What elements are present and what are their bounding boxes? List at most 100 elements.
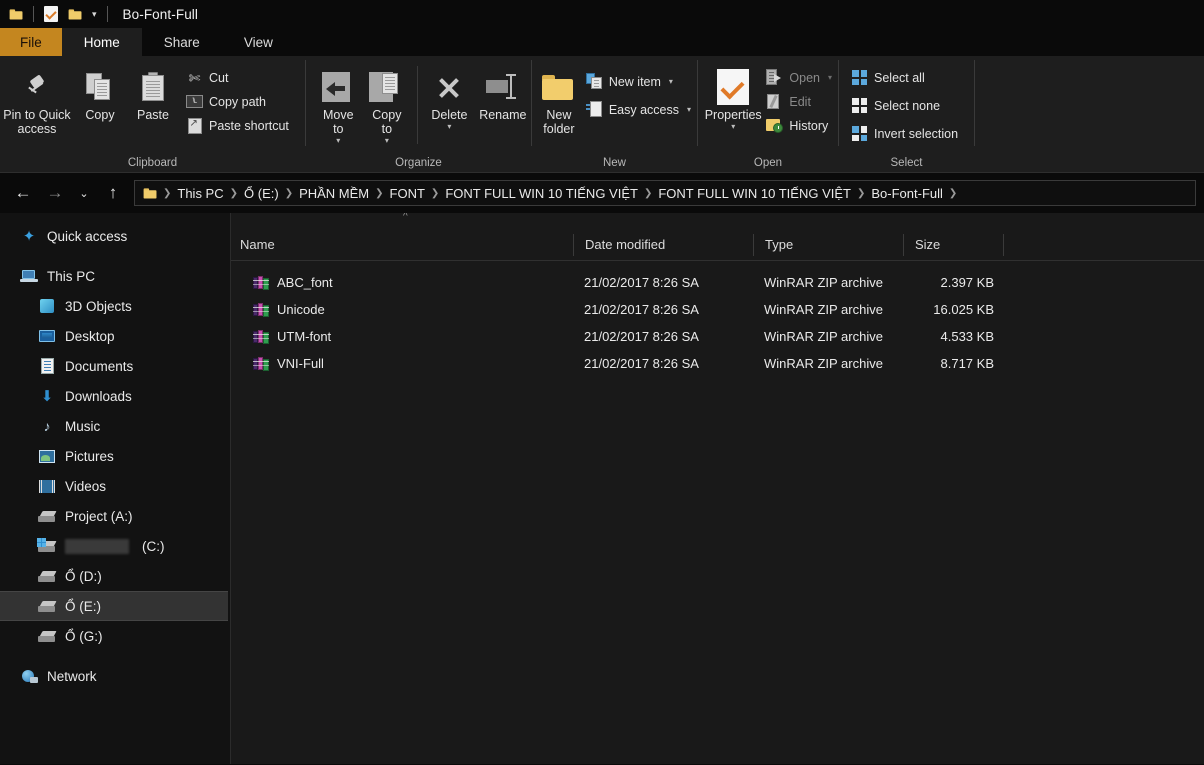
easy-access-button[interactable]: Easy access ▾ [584, 100, 697, 119]
sidebar-item-quick-access[interactable]: ✦ Quick access [0, 221, 230, 251]
breadcrumb-separator[interactable]: ❯ [948, 188, 958, 199]
music-icon: ♪ [43, 418, 51, 434]
properties-button[interactable]: Properties ▾ [704, 64, 762, 131]
breadcrumb-separator[interactable]: ❯ [430, 188, 440, 199]
paste-shortcut-button[interactable]: Paste shortcut [184, 116, 295, 135]
tab-view[interactable]: View [222, 28, 295, 56]
copy-button[interactable]: Copy [74, 64, 126, 122]
breadcrumb-item-phan-mem[interactable]: PHẦN MỀM [294, 186, 374, 201]
open-caret-icon[interactable]: ▾ [828, 73, 832, 82]
column-header-date[interactable]: Date modified [573, 234, 753, 256]
sidebar-item-music[interactable]: ♪ Music [0, 411, 230, 441]
copy-to-caret-icon[interactable]: ▾ [372, 137, 401, 145]
rename-button[interactable]: Rename [475, 64, 531, 122]
edit-button[interactable]: Edit [764, 92, 838, 111]
customize-chevron-icon[interactable]: ▾ [89, 9, 100, 20]
column-header-end[interactable] [1003, 234, 1011, 256]
copy-path-button[interactable]: \\.. Copy path [184, 92, 295, 111]
easy-access-caret-icon[interactable]: ▾ [687, 105, 691, 114]
pin-to-quick-access-button[interactable]: Pin to Quick access [0, 64, 74, 136]
breadcrumb-separator[interactable]: ❯ [284, 188, 294, 199]
sidebar-label: Project (A:) [65, 508, 133, 524]
breadcrumb[interactable]: ❯ This PC ❯ Ổ (E:) ❯ PHẦN MỀM ❯ FONT ❯ F… [134, 180, 1196, 206]
breadcrumb-separator[interactable]: ❯ [374, 188, 384, 199]
sidebar-item-drive-e[interactable]: Ổ (E:) [0, 591, 228, 621]
tab-home[interactable]: Home [61, 28, 142, 56]
sidebar-item-os-drive-c[interactable]: (C:) [0, 531, 230, 561]
breadcrumb-item-bo-font-full[interactable]: Bo-Font-Full [866, 186, 948, 201]
breadcrumb-separator[interactable]: ❯ [229, 188, 239, 199]
qat-divider-2 [106, 6, 108, 22]
breadcrumb-item-drive-e[interactable]: Ổ (E:) [239, 186, 284, 201]
sort-ascending-icon: ^ [403, 213, 408, 222]
qat-divider [33, 6, 34, 22]
up-button[interactable]: ↑ [98, 178, 128, 208]
sidebar-item-3d-objects[interactable]: 3D Objects [0, 291, 230, 321]
sidebar-item-drive-g[interactable]: Ổ (G:) [0, 621, 230, 651]
table-row[interactable]: Unicode 21/02/2017 8:26 SA WinRAR ZIP ar… [231, 296, 1204, 323]
history-button[interactable]: History [764, 116, 838, 135]
breadcrumb-item-font-full-2[interactable]: FONT FULL WIN 10 TIẾNG VIỆT [653, 186, 856, 201]
move-to-icon [320, 68, 356, 106]
star-icon: ✦ [22, 227, 36, 245]
breadcrumb-item-this-pc[interactable]: This PC [172, 186, 228, 201]
sidebar-label: This PC [47, 268, 96, 284]
new-item-button[interactable]: New item ▾ [584, 72, 697, 91]
move-to-button[interactable]: Move to ▾ [314, 64, 363, 145]
sidebar-item-drive-d[interactable]: Ổ (D:) [0, 561, 230, 591]
sidebar-item-downloads[interactable]: ⬇ Downloads [0, 381, 230, 411]
sidebar-label: Desktop [65, 328, 115, 344]
select-none-button[interactable]: Select none [849, 96, 964, 115]
group-label-new: New [602, 157, 626, 169]
file-name: UTM-font [277, 329, 332, 344]
sidebar-item-desktop[interactable]: Desktop [0, 321, 230, 351]
new-folder-icon[interactable] [65, 4, 85, 24]
breadcrumb-item-font[interactable]: FONT [385, 186, 430, 201]
desktop-icon [38, 327, 56, 345]
column-header-type[interactable]: Type [753, 234, 903, 256]
file-name-cell: VNI-Full [231, 356, 573, 371]
sidebar-item-this-pc[interactable]: This PC [0, 261, 230, 291]
select-all-label: Select all [874, 70, 925, 85]
delete-button[interactable]: Delete ▾ [424, 64, 475, 131]
clipboard-icon [140, 68, 166, 106]
properties-icon[interactable] [41, 4, 61, 24]
easy-access-icon [585, 101, 603, 118]
new-folder-button[interactable]: New folder [538, 64, 580, 136]
cut-button[interactable]: ✄ Cut [184, 68, 295, 87]
sidebar-item-videos[interactable]: Videos [0, 471, 230, 501]
edit-icon [766, 93, 783, 110]
sidebar-item-project-a[interactable]: Project (A:) [0, 501, 230, 531]
properties-caret-icon[interactable]: ▾ [705, 123, 762, 131]
new-item-label: New item [608, 74, 661, 89]
breadcrumb-separator[interactable]: ❯ [856, 188, 866, 199]
column-header-name[interactable]: Name [231, 234, 573, 256]
delete-caret-icon[interactable]: ▾ [431, 123, 467, 131]
sidebar-label: Pictures [65, 448, 114, 464]
recent-locations-button[interactable]: ⌄ [72, 178, 96, 208]
breadcrumb-folder-icon[interactable] [141, 187, 162, 199]
breadcrumb-separator[interactable]: ❯ [643, 188, 653, 199]
breadcrumb-separator[interactable]: ❯ [162, 188, 172, 199]
sidebar-item-pictures[interactable]: Pictures [0, 441, 230, 471]
forward-button[interactable]: → [40, 178, 70, 208]
paste-button[interactable]: Paste [126, 64, 180, 122]
back-button[interactable]: ← [8, 178, 38, 208]
copy-path-icon: \\.. [186, 93, 203, 110]
table-row[interactable]: VNI-Full 21/02/2017 8:26 SA WinRAR ZIP a… [231, 350, 1204, 377]
new-item-caret-icon[interactable]: ▾ [669, 77, 673, 86]
sidebar-label: 3D Objects [65, 298, 132, 314]
copy-to-button[interactable]: Copy to ▾ [363, 64, 412, 145]
open-button[interactable]: Open ▾ [764, 68, 838, 87]
move-to-caret-icon[interactable]: ▾ [323, 137, 354, 145]
breadcrumb-item-font-full-1[interactable]: FONT FULL WIN 10 TIẾNG VIỆT [440, 186, 643, 201]
select-all-button[interactable]: Select all [849, 68, 964, 87]
column-header-size[interactable]: Size [903, 234, 1003, 256]
sidebar-item-network[interactable]: Network [0, 661, 230, 691]
invert-selection-button[interactable]: Invert selection [849, 124, 964, 143]
table-row[interactable]: ABC_font 21/02/2017 8:26 SA WinRAR ZIP a… [231, 269, 1204, 296]
tab-share[interactable]: Share [142, 28, 222, 56]
tab-file[interactable]: File [0, 28, 62, 56]
table-row[interactable]: UTM-font 21/02/2017 8:26 SA WinRAR ZIP a… [231, 323, 1204, 350]
sidebar-item-documents[interactable]: Documents [0, 351, 230, 381]
